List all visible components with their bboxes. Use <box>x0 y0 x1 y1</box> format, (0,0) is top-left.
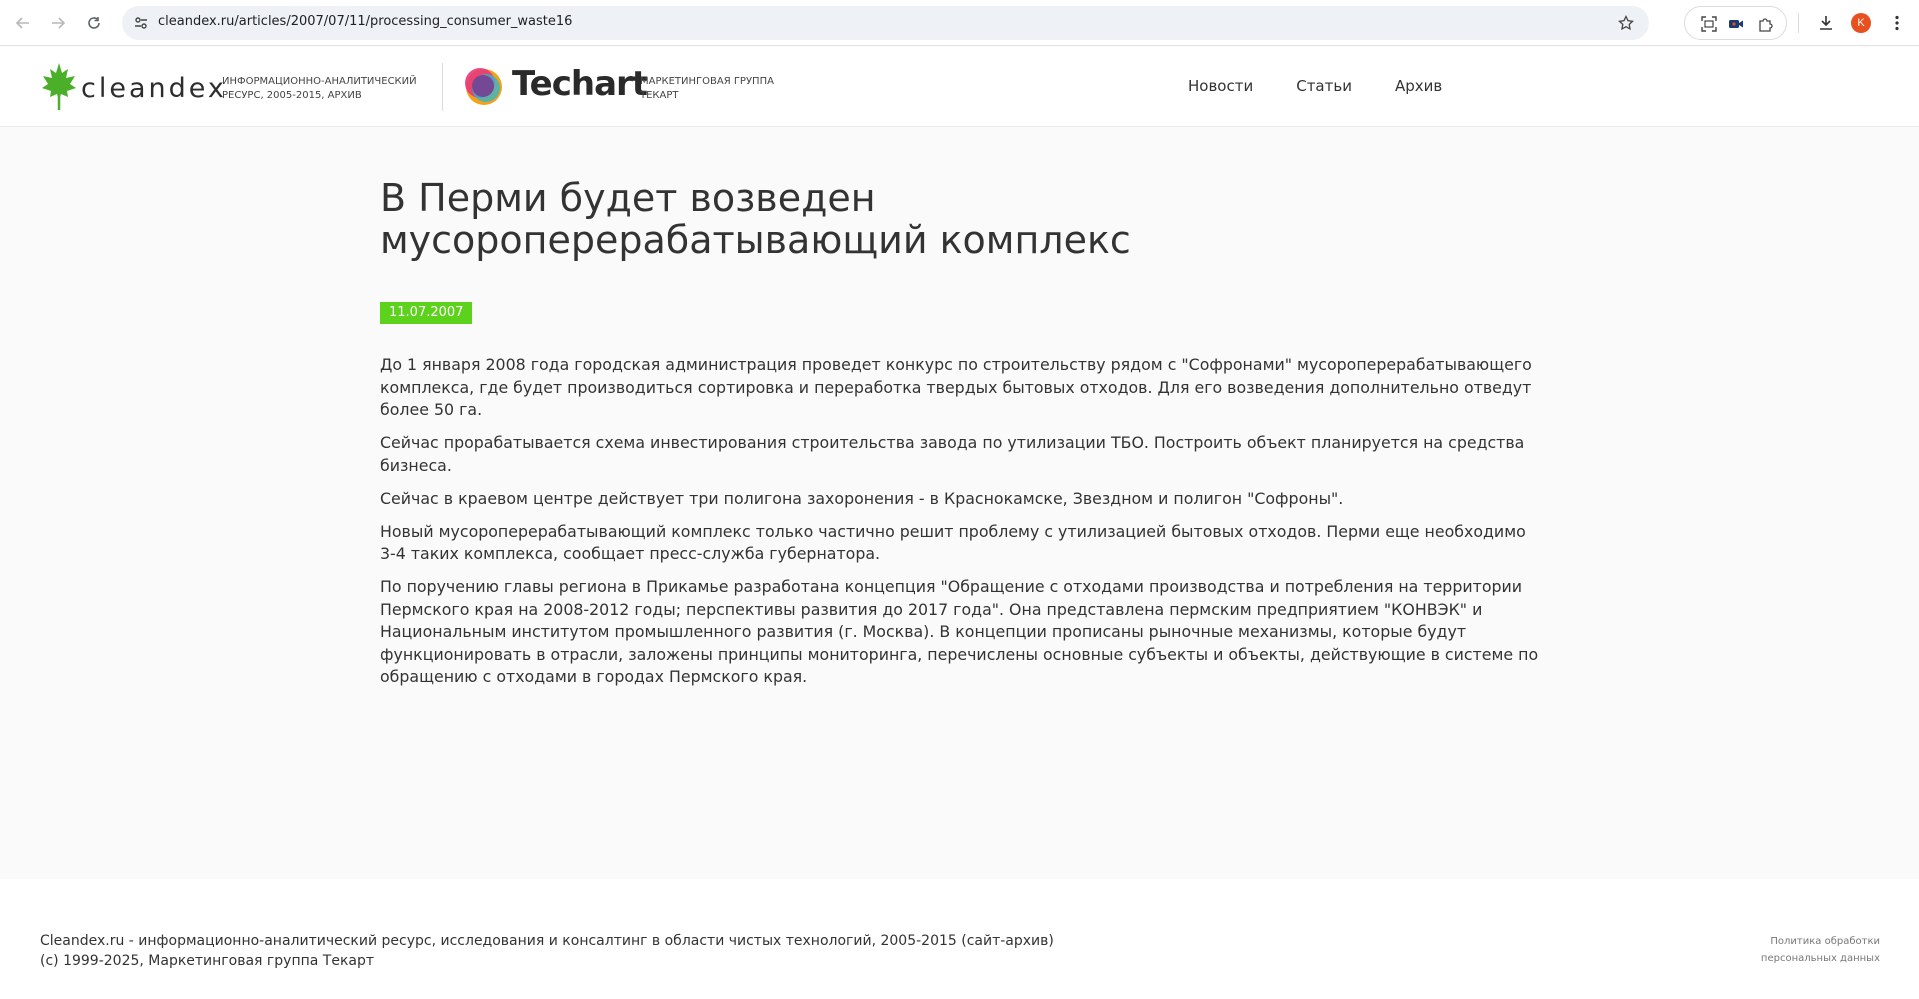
nav-news-link[interactable]: Новости <box>1188 77 1253 95</box>
cleandex-logo-text[interactable]: cleandex <box>81 75 227 102</box>
downloads-button[interactable] <box>1813 10 1839 36</box>
maple-leaf-logo-icon[interactable] <box>40 61 78 115</box>
screenshot-icon[interactable] <box>1698 13 1720 35</box>
forward-button[interactable] <box>45 10 71 36</box>
main-navigation: Новости Статьи Архив <box>1188 77 1485 95</box>
site-info-icon[interactable] <box>130 12 152 34</box>
bookmark-star-icon[interactable] <box>1615 12 1637 34</box>
article-paragraph: Сейчас прорабатывается схема инвестирова… <box>380 433 1525 475</box>
browser-menu-button[interactable] <box>1884 10 1910 36</box>
nav-articles-link[interactable]: Статьи <box>1296 77 1352 95</box>
browser-toolbar: cleandex.ru/articles/2007/07/11/processi… <box>0 0 1919 46</box>
reload-button[interactable] <box>81 10 107 36</box>
download-icon <box>1820 16 1832 30</box>
back-button[interactable] <box>10 10 36 36</box>
profile-avatar[interactable]: K <box>1851 13 1871 33</box>
article-paragraph: Новый мусороперерабатывающий комплекс то… <box>380 521 1526 564</box>
arrow-right-icon <box>52 17 65 29</box>
nav-archive-link[interactable]: Архив <box>1395 77 1442 95</box>
url-text[interactable]: cleandex.ru/articles/2007/07/11/processi… <box>158 14 572 29</box>
site-footer: Cleandex.ru - информационно-аналитически… <box>0 879 1919 999</box>
logo-tagline: Информационно-аналитический ресурс, 2005… <box>222 76 417 101</box>
article-body: До 1 января 2008 года городская админист… <box>380 354 1540 699</box>
video-camera-icon[interactable] <box>1725 13 1747 35</box>
extension-group <box>1684 6 1787 40</box>
article-title: В Перми будет возведен мусороперерабатыв… <box>380 176 1131 262</box>
techart-logo-text[interactable]: Techart <box>512 67 648 101</box>
techart-tagline: Маркетинговая группа Текарт <box>640 76 774 101</box>
reload-icon <box>88 17 100 29</box>
extensions-puzzle-icon[interactable] <box>1755 13 1777 35</box>
article-date-badge: 11.07.2007 <box>380 302 473 324</box>
article-paragraph: По поручению главы региона в Прикамье ра… <box>380 577 1539 686</box>
address-bar[interactable]: cleandex.ru/articles/2007/07/11/processi… <box>122 6 1649 40</box>
arrow-left-icon <box>16 17 29 29</box>
footer-description: Cleandex.ru - информационно-аналитически… <box>40 933 1054 949</box>
article-paragraph: Сейчас в краевом центре действует три по… <box>380 488 1344 508</box>
privacy-policy-link[interactable]: Политика обработки персональных данных <box>1740 933 1880 967</box>
toolbar-divider <box>1798 13 1799 33</box>
footer-copyright: (c) 1999-2025, Маркетинговая группа Тека… <box>40 953 375 969</box>
site-header: cleandex Информационно-аналитический рес… <box>0 47 1919 127</box>
header-divider <box>442 63 443 111</box>
article-paragraph: До 1 января 2008 года городская админист… <box>380 355 1532 419</box>
techart-logo-icon[interactable] <box>464 67 504 111</box>
kebab-menu-icon <box>1895 15 1899 31</box>
